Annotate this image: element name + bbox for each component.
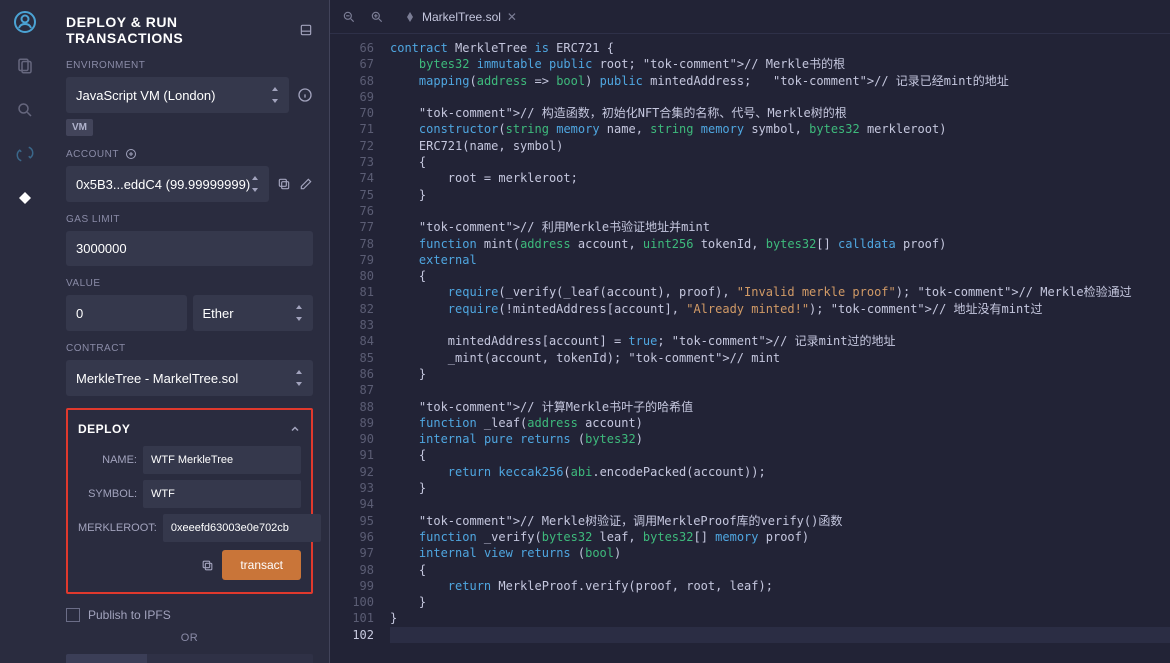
select-updown-icon — [271, 87, 279, 103]
param-symbol-input[interactable] — [143, 480, 301, 508]
panel-title: DEPLOY & RUN TRANSACTIONS — [66, 14, 299, 46]
param-merkleroot-label: MERKLEROOT: — [78, 522, 157, 534]
editor-tab[interactable]: MarkelTree.sol ✕ — [394, 4, 527, 30]
file-explorer-icon[interactable] — [13, 54, 37, 78]
code-content[interactable]: contract MerkleTree is ERC721 { bytes32 … — [384, 34, 1170, 663]
publish-label: Publish to IPFS — [88, 608, 171, 622]
copy-params-icon[interactable] — [201, 559, 214, 572]
zoom-out-icon[interactable] — [338, 6, 360, 28]
or-separator: OR — [66, 632, 313, 644]
deploy-panel: DEPLOY & RUN TRANSACTIONS ENVIRONMENT Ja… — [50, 0, 330, 663]
deploy-header-label: DEPLOY — [78, 422, 130, 436]
collapse-deploy-icon[interactable] — [289, 423, 301, 435]
icon-rail — [0, 0, 50, 663]
transact-button[interactable]: transact — [222, 550, 301, 580]
environment-label: ENVIRONMENT — [66, 60, 313, 71]
line-number-gutter: 6667686970717273747576777879808182838485… — [330, 34, 384, 663]
compiler-icon[interactable] — [13, 142, 37, 166]
param-symbol-label: SYMBOL: — [78, 488, 137, 500]
editor-tab-filename: MarkelTree.sol — [422, 10, 501, 24]
deploy-icon[interactable] — [13, 186, 37, 210]
copy-account-icon[interactable] — [277, 177, 291, 191]
editor-tab-bar: MarkelTree.sol ✕ — [330, 0, 1170, 34]
info-icon[interactable] — [297, 87, 313, 103]
publish-to-ipfs-checkbox[interactable] — [66, 608, 80, 622]
gas-limit-label: GAS LIMIT — [66, 214, 313, 225]
contract-label: CONTRACT — [66, 343, 313, 354]
close-tab-icon[interactable]: ✕ — [507, 10, 517, 24]
contract-select[interactable]: MerkleTree - MarkelTree.sol — [66, 360, 313, 396]
remix-logo-icon[interactable] — [13, 10, 37, 34]
dock-icon[interactable] — [299, 23, 313, 37]
param-name-input[interactable] — [143, 446, 301, 474]
at-address-input[interactable] — [147, 654, 313, 663]
select-updown-icon — [295, 305, 303, 321]
select-updown-icon — [251, 176, 259, 192]
param-name-label: NAME: — [78, 454, 137, 466]
search-icon[interactable] — [13, 98, 37, 122]
code-area[interactable]: 6667686970717273747576777879808182838485… — [330, 34, 1170, 663]
code-editor: MarkelTree.sol ✕ 66676869707172737475767… — [330, 0, 1170, 663]
deploy-expanded-box: DEPLOY NAME: SYMBOL: MERKLEROOT: transac… — [66, 408, 313, 594]
environment-select[interactable]: JavaScript VM (London) — [66, 77, 289, 113]
account-select[interactable]: 0x5B3...eddC4 (99.99999999) — [66, 166, 269, 202]
value-label: VALUE — [66, 278, 313, 289]
value-input[interactable] — [66, 295, 187, 331]
param-merkleroot-input[interactable] — [163, 514, 321, 542]
add-account-icon[interactable] — [125, 148, 137, 160]
vm-badge: VM — [66, 119, 93, 136]
zoom-in-icon[interactable] — [366, 6, 388, 28]
account-label: ACCOUNT — [66, 148, 313, 160]
edit-account-icon[interactable] — [299, 177, 313, 191]
gas-limit-input[interactable] — [66, 231, 313, 266]
solidity-file-icon — [404, 11, 416, 23]
at-address-button[interactable]: At Address — [66, 654, 147, 663]
select-updown-icon — [295, 370, 303, 386]
value-unit-select[interactable]: Ether — [193, 295, 314, 331]
